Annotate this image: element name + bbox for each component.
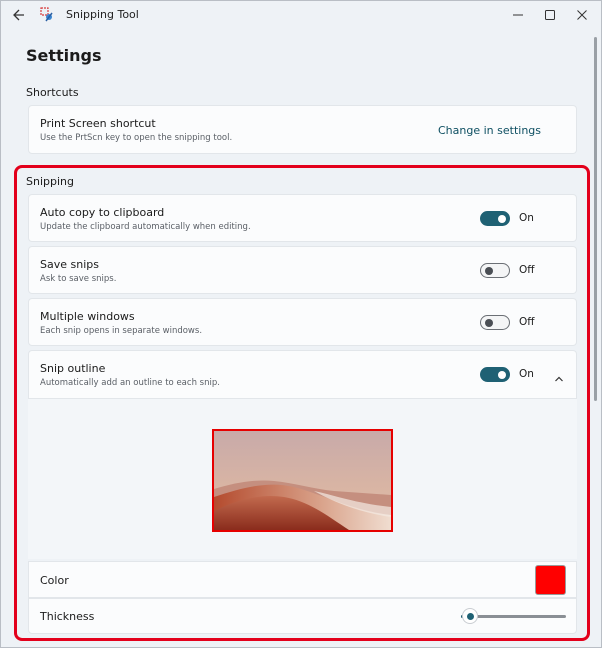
close-icon	[577, 10, 587, 20]
save-snips-subtitle: Ask to save snips.	[40, 274, 117, 284]
auto-copy-title: Auto copy to clipboard	[40, 206, 165, 219]
snip-outline-card[interactable]: Snip outline Automatically add an outlin…	[28, 350, 577, 399]
section-label-shortcuts: Shortcuts	[26, 86, 79, 99]
vertical-scrollbar[interactable]	[594, 37, 597, 401]
auto-copy-toggle[interactable]	[480, 211, 510, 226]
close-button[interactable]	[567, 3, 597, 27]
toggle-knob	[485, 266, 493, 275]
print-screen-shortcut-card: Print Screen shortcut Use the PrtScn key…	[28, 105, 577, 154]
snip-outline-toggle[interactable]	[480, 367, 510, 382]
snipping-tool-app-icon	[40, 7, 56, 23]
back-button[interactable]	[9, 5, 31, 25]
save-snips-toggle[interactable]	[480, 263, 510, 278]
outline-preview-area	[28, 399, 577, 559]
toggle-knob	[498, 214, 506, 223]
title-bar: Snipping Tool	[1, 1, 601, 29]
auto-copy-subtitle: Update the clipboard automatically when …	[40, 222, 251, 232]
toggle-knob	[485, 318, 493, 327]
maximize-icon	[545, 10, 555, 20]
multiple-windows-title: Multiple windows	[40, 310, 135, 323]
outline-color-row: Color	[28, 561, 577, 598]
maximize-button[interactable]	[535, 3, 565, 27]
multiple-windows-subtitle: Each snip opens in separate windows.	[40, 326, 203, 336]
snip-outline-state: On	[519, 368, 534, 380]
multiple-windows-card: Multiple windows Each snip opens in sepa…	[28, 298, 577, 346]
minimize-button[interactable]	[503, 3, 533, 27]
arrow-left-icon	[13, 9, 24, 21]
outline-thickness-row: Thickness	[28, 598, 577, 634]
page-title: Settings	[26, 46, 102, 65]
snipping-tool-window: Snipping Tool Settings Shortcuts Print S…	[0, 0, 602, 648]
change-in-settings-link[interactable]: Change in settings	[438, 124, 541, 137]
color-label: Color	[40, 574, 69, 587]
save-snips-state: Off	[519, 264, 535, 276]
auto-copy-card: Auto copy to clipboard Update the clipbo…	[28, 194, 577, 242]
auto-copy-state: On	[519, 212, 534, 224]
snip-outline-title: Snip outline	[40, 362, 106, 375]
outline-preview-image	[212, 429, 393, 532]
collapse-button[interactable]	[553, 369, 565, 382]
multiple-windows-state: Off	[519, 316, 535, 328]
snip-outline-subtitle: Automatically add an outline to each sni…	[40, 378, 220, 388]
save-snips-card: Save snips Ask to save snips. Off	[28, 246, 577, 294]
color-picker-swatch[interactable]	[535, 565, 566, 595]
section-label-snipping: Snipping	[26, 175, 74, 188]
print-screen-subtitle: Use the PrtScn key to open the snipping …	[40, 133, 233, 143]
multiple-windows-toggle[interactable]	[480, 315, 510, 330]
toggle-knob	[498, 370, 506, 379]
thickness-label: Thickness	[40, 610, 95, 623]
thickness-slider-thumb[interactable]	[463, 609, 478, 623]
save-snips-title: Save snips	[40, 258, 99, 271]
window-title: Snipping Tool	[66, 8, 139, 21]
minimize-icon	[513, 14, 523, 16]
print-screen-title: Print Screen shortcut	[40, 117, 156, 130]
chevron-up-icon	[555, 376, 563, 382]
